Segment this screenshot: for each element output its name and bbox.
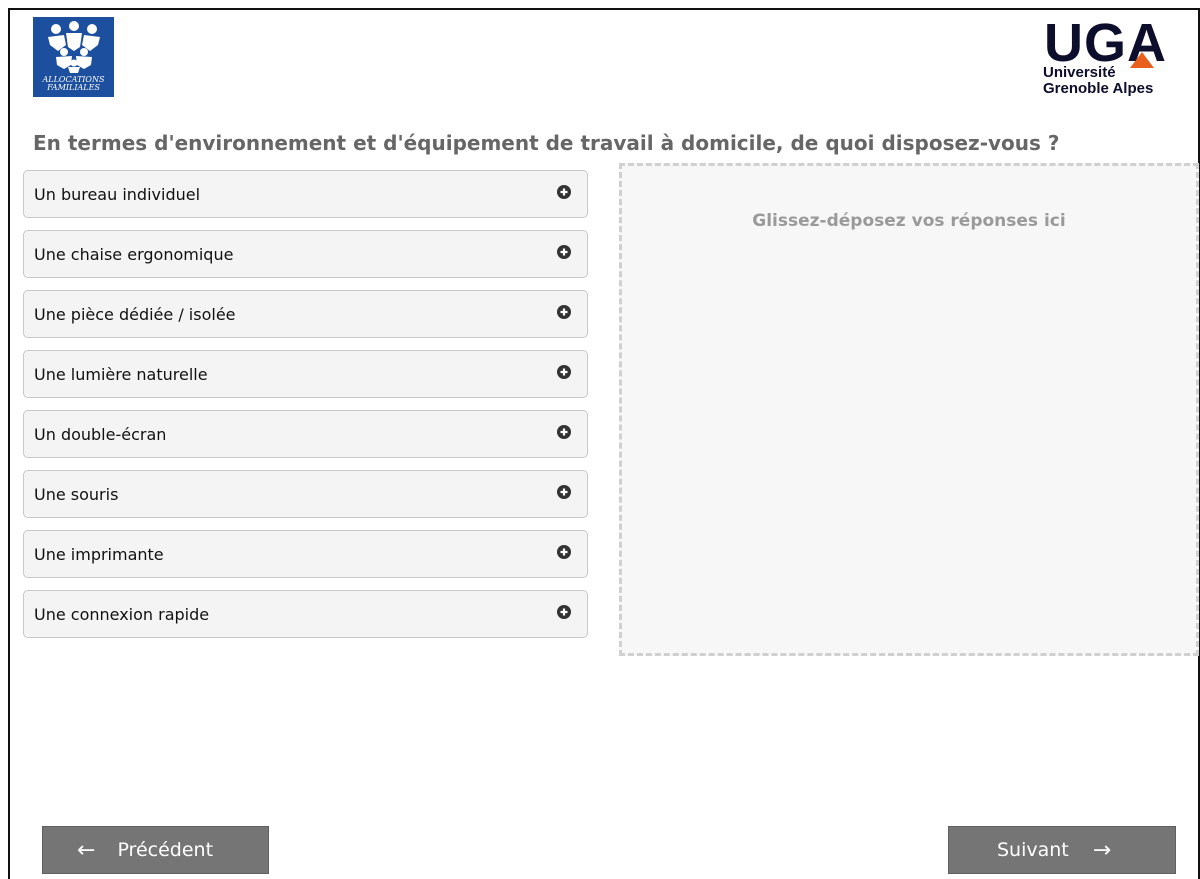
answer-option-label: Un bureau individuel [34,184,201,204]
plus-circle-icon[interactable] [557,545,571,559]
answer-option[interactable]: Une connexion rapide [23,590,588,638]
plus-circle-icon[interactable] [557,305,571,319]
answer-option[interactable]: Un bureau individuel [23,170,588,218]
caf-logo: ALLOCATIONS FAMILIALES [33,17,114,97]
answer-option[interactable]: Une lumière naturelle [23,350,588,398]
uga-logo: UGA Université Grenoble Alpes [1030,13,1190,104]
answer-option-label: Une imprimante [34,544,164,564]
answer-option[interactable]: Une imprimante [23,530,588,578]
question-title: En termes d'environnement et d'équipemen… [33,131,1060,155]
answer-option-label: Une connexion rapide [34,604,210,624]
plus-circle-icon[interactable] [557,365,571,379]
plus-circle-icon[interactable] [557,605,571,619]
arrow-left-icon: ← [77,837,96,863]
plus-circle-icon[interactable] [557,425,571,439]
answer-option-label: Une lumière naturelle [34,364,208,384]
plus-circle-icon[interactable] [557,245,571,259]
caf-family-emblem [47,21,100,73]
answer-option-label: Une chaise ergonomique [34,244,234,264]
previous-button[interactable]: ← Précédent [42,826,269,874]
drop-zone-label: Glissez-déposez vos réponses ici [752,211,1066,231]
answer-option-label: Une souris [34,484,119,504]
next-button[interactable]: Suivant → [948,826,1176,874]
answer-option-label: Un double-écran [34,424,167,444]
drop-zone[interactable]: Glissez-déposez vos réponses ici [619,163,1199,656]
plus-circle-icon[interactable] [557,185,571,199]
uga-logo-line2: Grenoble Alpes [1043,80,1154,97]
uga-logo-line1: Université [1043,64,1116,81]
answer-option[interactable]: Une chaise ergonomique [23,230,588,278]
answer-option[interactable]: Une pièce dédiée / isolée [23,290,588,338]
answer-option[interactable]: Une souris [23,470,588,518]
next-button-label: Suivant [997,839,1069,861]
arrow-right-icon: → [1092,837,1112,863]
answer-option[interactable]: Un double-écran [23,410,588,458]
caf-logo-line2: FAMILIALES [47,83,100,92]
answer-option-label: Une pièce dédiée / isolée [34,304,236,324]
previous-button-label: Précédent [117,839,214,861]
plus-circle-icon[interactable] [557,485,571,499]
